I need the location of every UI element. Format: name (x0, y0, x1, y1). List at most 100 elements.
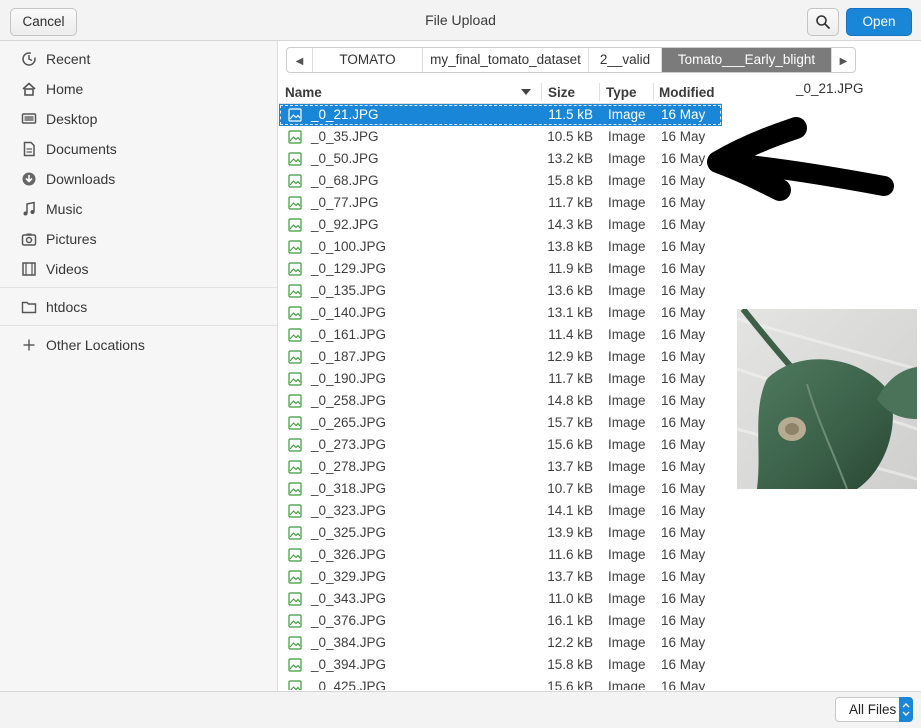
file-name: _0_325.JPG (311, 525, 387, 540)
open-button[interactable]: Open (846, 8, 912, 36)
chevron-right-icon: ▶ (839, 56, 848, 67)
file-row[interactable]: _0_190.JPG 11.7 kB Image 16 May (279, 368, 722, 390)
column-name[interactable]: Name (285, 85, 322, 100)
image-file-icon (288, 394, 302, 408)
file-size: 11.6 kB (548, 547, 593, 562)
sidebar-item-other-locations[interactable]: Other Locations (0, 330, 277, 360)
file-row[interactable]: _0_329.JPG 13.7 kB Image 16 May (279, 566, 722, 588)
file-size: 13.9 kB (547, 525, 593, 540)
file-modified: 16 May (661, 371, 706, 386)
file-name: _0_265.JPG (311, 415, 387, 430)
file-type: Image (608, 437, 646, 452)
sidebar-item-music[interactable]: Music (0, 194, 277, 224)
file-name: _0_318.JPG (311, 481, 387, 496)
sidebar-item-desktop[interactable]: Desktop (0, 104, 277, 134)
file-modified: 16 May (661, 525, 706, 540)
file-row[interactable]: _0_343.JPG 11.0 kB Image 16 May (279, 588, 722, 610)
sidebar-item-recent[interactable]: Recent (0, 44, 277, 74)
crumb-dataset[interactable]: my_final_tomato_dataset (423, 48, 589, 72)
path-back-button[interactable]: ◀ (287, 48, 313, 72)
file-row[interactable]: _0_50.JPG 13.2 kB Image 16 May (279, 148, 722, 170)
column-header: Name Size Type Modified (279, 80, 722, 104)
file-size: 15.6 kB (547, 679, 593, 690)
file-row[interactable]: _0_258.JPG 14.8 kB Image 16 May (279, 390, 722, 412)
image-file-icon (288, 636, 302, 650)
sidebar-item-videos[interactable]: Videos (0, 254, 277, 284)
file-row[interactable]: _0_140.JPG 13.1 kB Image 16 May (279, 302, 722, 324)
file-row[interactable]: _0_425.JPG 15.6 kB Image 16 May (279, 676, 722, 690)
file-row[interactable]: _0_384.JPG 12.2 kB Image 16 May (279, 632, 722, 654)
file-size: 10.7 kB (547, 481, 593, 496)
file-type: Image (608, 151, 646, 166)
file-row[interactable]: _0_376.JPG 16.1 kB Image 16 May (279, 610, 722, 632)
sidebar-item-downloads[interactable]: Downloads (0, 164, 277, 194)
file-size: 13.7 kB (547, 459, 593, 474)
file-modified: 16 May (661, 217, 706, 232)
sidebar-item-label: htdocs (46, 299, 88, 315)
file-type: Image (608, 283, 646, 298)
home-icon (22, 82, 36, 96)
file-type: Image (608, 415, 646, 430)
column-divider (541, 83, 542, 101)
sidebar-item-label: Desktop (46, 111, 98, 127)
plus-icon (23, 339, 35, 351)
file-row[interactable]: _0_129.JPG 11.9 kB Image 16 May (279, 258, 722, 280)
file-row[interactable]: _0_318.JPG 10.7 kB Image 16 May (279, 478, 722, 500)
file-modified: 16 May (661, 393, 706, 408)
file-type: Image (608, 591, 646, 606)
file-row[interactable]: _0_326.JPG 11.6 kB Image 16 May (279, 544, 722, 566)
column-size[interactable]: Size (548, 85, 575, 100)
image-file-icon (288, 658, 302, 672)
file-row[interactable]: _0_35.JPG 10.5 kB Image 16 May (279, 126, 722, 148)
path-forward-button[interactable]: ▶ (832, 48, 855, 72)
file-row[interactable]: _0_161.JPG 11.4 kB Image 16 May (279, 324, 722, 346)
download-icon (22, 172, 36, 186)
sidebar-item-documents[interactable]: Documents (0, 134, 277, 164)
sort-down-icon[interactable] (521, 89, 531, 95)
file-row[interactable]: _0_273.JPG 15.6 kB Image 16 May (279, 434, 722, 456)
file-row[interactable]: _0_68.JPG 15.8 kB Image 16 May (279, 170, 722, 192)
file-row[interactable]: _0_323.JPG 14.1 kB Image 16 May (279, 500, 722, 522)
folder-icon (21, 301, 37, 314)
crumb-early-blight[interactable]: Tomato___Early_blight (662, 48, 832, 72)
image-file-icon (288, 328, 302, 342)
file-row[interactable]: _0_135.JPG 13.6 kB Image 16 May (279, 280, 722, 302)
sidebar-item-htdocs[interactable]: htdocs (0, 292, 277, 322)
file-size: 11.4 kB (548, 327, 593, 342)
file-type: Image (608, 239, 646, 254)
spin-arrows-icon (899, 697, 913, 722)
file-type: Image (608, 371, 646, 386)
file-type: Image (608, 635, 646, 650)
file-row[interactable]: _0_92.JPG 14.3 kB Image 16 May (279, 214, 722, 236)
image-file-icon (288, 108, 302, 122)
image-file-icon (288, 130, 302, 144)
column-modified[interactable]: Modified (659, 85, 715, 100)
file-modified: 16 May (661, 657, 706, 672)
file-row[interactable]: _0_21.JPG 11.5 kB Image 16 May (279, 104, 722, 126)
file-row[interactable]: _0_77.JPG 11.7 kB Image 16 May (279, 192, 722, 214)
file-size: 12.2 kB (547, 635, 593, 650)
file-type-filter[interactable]: All Files (835, 697, 913, 722)
file-row[interactable]: _0_100.JPG 13.8 kB Image 16 May (279, 236, 722, 258)
file-size: 13.6 kB (547, 283, 593, 298)
file-list: Name Size Type Modified _0_21.JPG 11.5 kB… (279, 80, 722, 690)
file-row[interactable]: _0_394.JPG 15.8 kB Image 16 May (279, 654, 722, 676)
document-icon (23, 141, 35, 157)
sidebar-divider (0, 287, 277, 288)
music-icon (23, 201, 35, 216)
file-name: _0_190.JPG (311, 371, 387, 386)
file-row[interactable]: _0_325.JPG 13.9 kB Image 16 May (279, 522, 722, 544)
column-type[interactable]: Type (606, 85, 637, 100)
file-row[interactable]: _0_187.JPG 12.9 kB Image 16 May (279, 346, 722, 368)
sidebar-item-label: Other Locations (46, 337, 145, 353)
sidebar-item-home[interactable]: Home (0, 74, 277, 104)
file-type: Image (608, 305, 646, 320)
crumb-valid[interactable]: 2__valid (589, 48, 662, 72)
file-name: _0_187.JPG (311, 349, 387, 364)
file-row[interactable]: _0_265.JPG 15.7 kB Image 16 May (279, 412, 722, 434)
sidebar-item-pictures[interactable]: Pictures (0, 224, 277, 254)
desktop-icon (21, 113, 37, 124)
search-button[interactable] (807, 8, 839, 36)
crumb-tomato[interactable]: TOMATO (313, 48, 423, 72)
file-row[interactable]: _0_278.JPG 13.7 kB Image 16 May (279, 456, 722, 478)
